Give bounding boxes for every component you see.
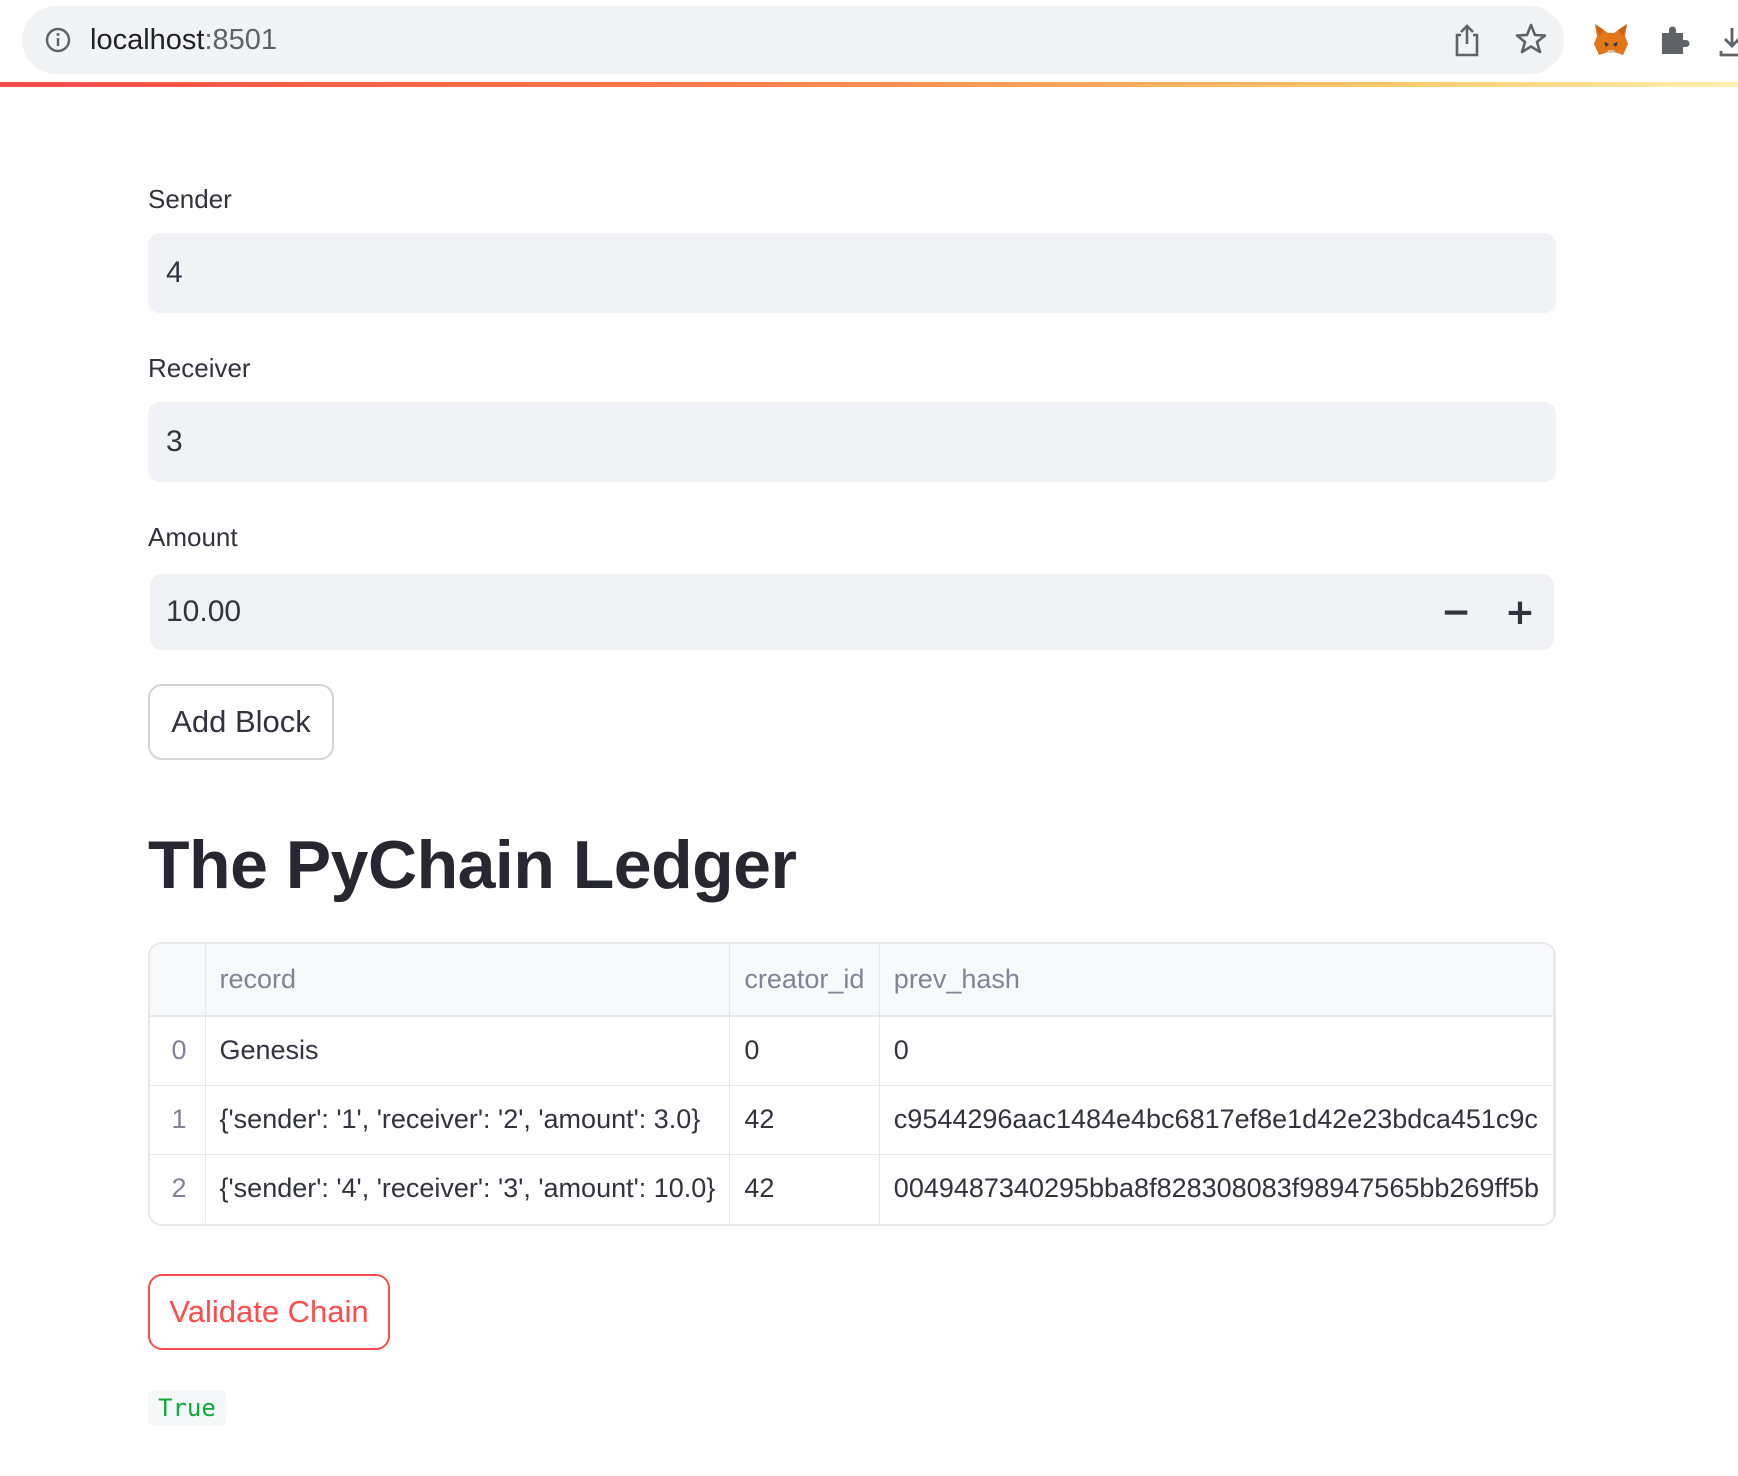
url-host: localhost bbox=[90, 24, 205, 56]
row-index: 2 bbox=[150, 1154, 206, 1223]
validation-result: True bbox=[148, 1390, 226, 1426]
table-row: 0 Genesis 0 0 bbox=[150, 1016, 1554, 1086]
sender-input[interactable] bbox=[148, 233, 1556, 313]
browser-toolbar: localhost:8501 bbox=[0, 0, 1738, 82]
row-index: 0 bbox=[150, 1016, 206, 1086]
validate-chain-button[interactable]: Validate Chain bbox=[148, 1274, 390, 1350]
amount-value[interactable]: 10.00 bbox=[166, 574, 241, 650]
record-cell[interactable]: {'sender': '1', 'receiver': '2', 'amount… bbox=[205, 1085, 731, 1155]
decrement-button[interactable]: − bbox=[1426, 582, 1486, 642]
table-row: 1 {'sender': '1', 'receiver': '2', 'amou… bbox=[150, 1085, 1554, 1155]
info-icon[interactable] bbox=[44, 26, 72, 54]
prev-hash-column-header[interactable]: prev_hash bbox=[879, 944, 1554, 1017]
amount-label: Amount bbox=[148, 522, 238, 552]
prev-hash-cell[interactable]: c9544296aac1484e4bc6817ef8e1d42e23bdca45… bbox=[879, 1085, 1554, 1155]
creator-id-cell[interactable]: 42 bbox=[729, 1154, 880, 1223]
star-icon[interactable] bbox=[1514, 22, 1548, 56]
receiver-label: Receiver bbox=[148, 353, 251, 383]
receiver-input[interactable] bbox=[148, 402, 1556, 482]
download-icon[interactable] bbox=[1718, 24, 1738, 58]
row-index: 1 bbox=[150, 1085, 206, 1155]
share-icon[interactable] bbox=[1452, 22, 1482, 58]
table-row: 2 {'sender': '4', 'receiver': '3', 'amou… bbox=[150, 1154, 1554, 1223]
increment-button[interactable]: + bbox=[1490, 582, 1550, 642]
url-text[interactable]: localhost:8501 bbox=[90, 20, 277, 60]
creator-id-cell[interactable]: 42 bbox=[729, 1085, 880, 1155]
page-title: The PyChain Ledger bbox=[148, 827, 797, 903]
creator-id-cell[interactable]: 0 bbox=[729, 1016, 880, 1086]
index-column-header[interactable] bbox=[150, 944, 206, 1017]
record-cell[interactable]: Genesis bbox=[205, 1016, 731, 1086]
ledger-table[interactable]: record creator_id prev_hash 0 Genesis 0 … bbox=[148, 942, 1556, 1226]
sender-label: Sender bbox=[148, 184, 232, 214]
extensions-puzzle-icon[interactable] bbox=[1658, 24, 1690, 56]
creator-id-column-header[interactable]: creator_id bbox=[729, 944, 880, 1017]
table-header-row: record creator_id prev_hash bbox=[150, 944, 1554, 1017]
url-port: :8501 bbox=[204, 24, 278, 56]
metamask-fox-icon[interactable] bbox=[1592, 22, 1630, 58]
record-column-header[interactable]: record bbox=[205, 944, 731, 1017]
prev-hash-cell[interactable]: 0 bbox=[879, 1016, 1554, 1086]
prev-hash-cell[interactable]: 0049487340295bba8f828308083f98947565bb26… bbox=[879, 1154, 1554, 1223]
record-cell[interactable]: {'sender': '4', 'receiver': '3', 'amount… bbox=[205, 1154, 731, 1223]
add-block-button[interactable]: Add Block bbox=[148, 684, 334, 760]
running-indicator-bar bbox=[0, 82, 1738, 87]
amount-number-input[interactable]: 10.00 − + bbox=[150, 574, 1554, 650]
